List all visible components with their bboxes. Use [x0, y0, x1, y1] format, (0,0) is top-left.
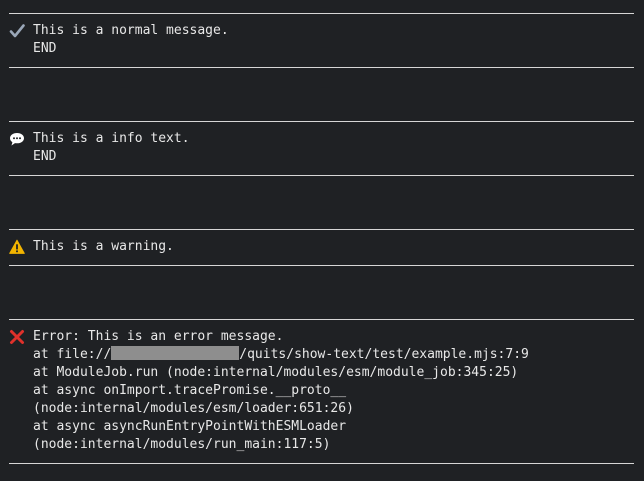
error-trace-file: at file:// /quits/show-text/test/example.…	[33, 346, 529, 364]
warning-icon	[9, 239, 25, 254]
error-trace-line: at async onImport.tracePromise.__proto__	[33, 383, 347, 398]
separator-normal-top	[9, 13, 634, 14]
normal-message-text: This is a normal message.	[33, 23, 229, 38]
error-trace-prefix: at file://	[33, 347, 112, 362]
warning-message-text: This is a warning.	[33, 239, 174, 254]
info-message-end: END	[33, 149, 57, 164]
error-trace-line: (node:internal/modules/run_main:117:5)	[33, 437, 331, 452]
check-mark-icon	[9, 24, 25, 38]
separator-info-bottom	[9, 175, 634, 176]
separator-error-bottom	[9, 463, 634, 464]
error-title: Error: This is an error message.	[33, 329, 284, 344]
redacted-path	[111, 346, 240, 360]
error-trace-line: at async asyncRunEntryPointWithESMLoader	[33, 419, 347, 434]
error-trace-line: (node:internal/modules/esm/loader:651:26…	[33, 401, 354, 416]
separator-normal-bottom	[9, 67, 634, 68]
separator-warning-top	[9, 229, 634, 230]
error-trace-line: at ModuleJob.run (node:internal/modules/…	[33, 365, 519, 380]
info-message-text: This is a info text.	[33, 131, 190, 146]
separator-error-top	[9, 319, 634, 320]
cross-mark-icon	[10, 330, 24, 344]
separator-warning-bottom	[9, 265, 634, 266]
separator-info-top	[9, 121, 634, 122]
error-trace-path: /quits/show-text/test/example.mjs:7:9	[239, 347, 529, 362]
speech-bubble-icon	[10, 133, 24, 146]
normal-message-end: END	[33, 41, 57, 56]
